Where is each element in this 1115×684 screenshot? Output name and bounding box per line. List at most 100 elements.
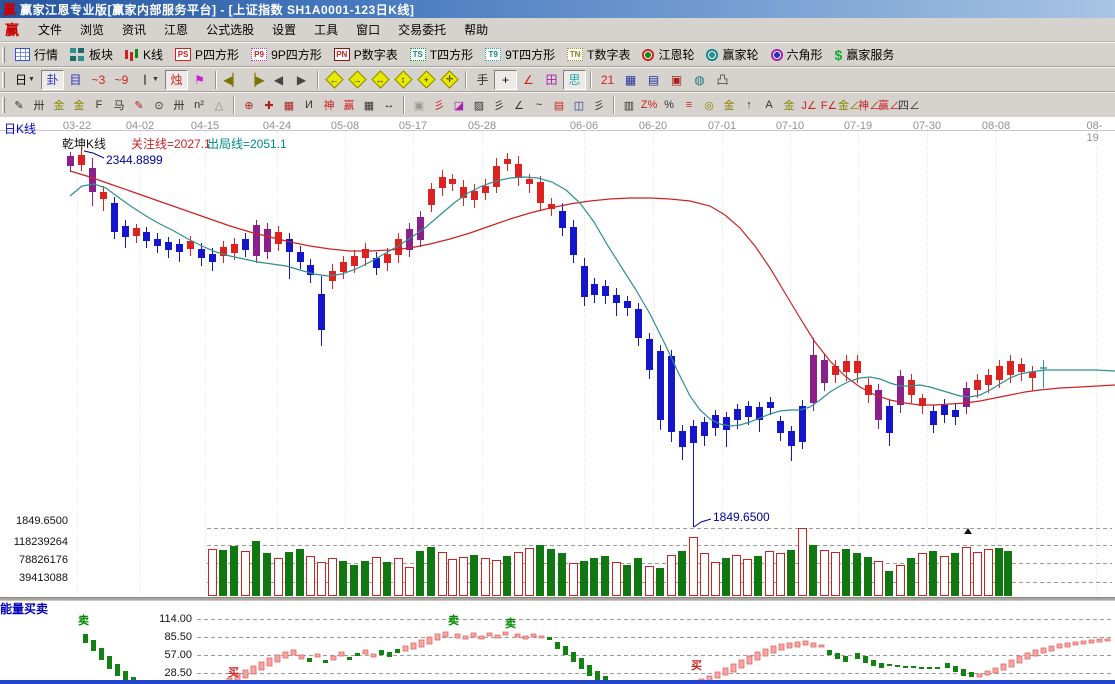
shen-grid-tool[interactable]: 神 <box>319 95 339 115</box>
last-page-button[interactable]: ▕▶ <box>244 70 267 90</box>
wave-mark-tool[interactable]: И <box>299 95 319 115</box>
calculator-button[interactable]: ▦ <box>619 70 642 90</box>
blue-box-tool[interactable]: ◫ <box>569 95 589 115</box>
fan2-tool[interactable]: 彡 <box>489 95 509 115</box>
j-angle-tool[interactable]: J∠ <box>799 95 819 115</box>
info-panel-button[interactable]: 目 <box>64 70 87 90</box>
qiankun-kline-toggle[interactable]: 卦 <box>41 69 64 90</box>
menu-公式选股[interactable]: 公式选股 <box>197 20 263 40</box>
pen-tool[interactable]: ✎ <box>9 95 29 115</box>
menu-窗口[interactable]: 窗口 <box>347 20 389 40</box>
color-chart-button[interactable]: ⚑ <box>188 70 211 90</box>
a-tool[interactable]: A <box>759 95 779 115</box>
menu-帮助[interactable]: 帮助 <box>455 20 497 40</box>
menu-江恩[interactable]: 江恩 <box>155 20 197 40</box>
fan-box-tool[interactable]: ◪ <box>449 95 469 115</box>
hash-tool[interactable]: 卅 <box>169 95 189 115</box>
winner-service-button[interactable]: $ 赢家服务 <box>829 43 901 66</box>
web-update-button[interactable]: ◍ <box>688 70 711 90</box>
red-grid-tool[interactable]: ▤ <box>549 95 569 115</box>
gold-lines-tool[interactable]: 金 <box>719 95 739 115</box>
quotes-button[interactable]: 行情 <box>9 43 64 66</box>
grid-lines-tool[interactable]: 卅 <box>29 95 49 115</box>
ying-grid-tool[interactable]: 赢 <box>339 95 359 115</box>
angle-measure-button[interactable]: ∠ <box>517 70 540 90</box>
hatch-box-tool[interactable]: ▨ <box>469 95 489 115</box>
shift-right-button[interactable]: → <box>346 70 369 90</box>
zpercent-tool[interactable]: Z% <box>639 95 659 115</box>
next-button[interactable]: ▶ <box>290 70 313 90</box>
chart-canvas[interactable] <box>0 118 1115 680</box>
toolbar-drag-handle[interactable] <box>2 97 5 113</box>
n2-tool[interactable]: n² <box>189 95 209 115</box>
width-tool[interactable]: ↔ <box>379 95 399 115</box>
red-pen-tool[interactable]: ✎ <box>129 95 149 115</box>
scale-tool[interactable]: ▥ <box>619 95 639 115</box>
menu-交易委托[interactable]: 交易委托 <box>389 20 455 40</box>
crosshair-button[interactable]: + <box>494 69 517 90</box>
fan3-tool[interactable]: 彡 <box>589 95 609 115</box>
wave9-button[interactable]: ~9 <box>110 70 133 90</box>
notes-button[interactable]: ▤ <box>642 70 665 90</box>
web-grid-tool[interactable]: ▦ <box>279 95 299 115</box>
shift-left-button[interactable]: ← <box>323 70 346 90</box>
shen-angle-tool[interactable]: 神∠ <box>858 95 880 115</box>
gold-angle-tool[interactable]: 金∠ <box>838 95 860 115</box>
spiral-tool[interactable]: 马 <box>109 95 129 115</box>
pan-hand-button[interactable]: 手 <box>471 70 494 90</box>
toolbar-drag-handle[interactable] <box>2 71 5 88</box>
t-square-button[interactable]: TS T四方形 <box>404 43 479 66</box>
calendar-button[interactable]: 21 <box>596 70 619 90</box>
star-grid-tool[interactable]: ✚ <box>259 95 279 115</box>
menu-工具[interactable]: 工具 <box>305 20 347 40</box>
p-number-table-button[interactable]: PN P数字表 <box>328 43 404 66</box>
t-number-table-button[interactable]: TN T数字表 <box>561 43 636 66</box>
save-button[interactable]: ▣ <box>665 70 688 90</box>
angle-tool[interactable]: ∠ <box>509 95 529 115</box>
ying-angle-tool[interactable]: 赢∠ <box>878 95 900 115</box>
gold-grid2-tool[interactable]: 金 <box>69 95 89 115</box>
print-button[interactable]: 凸 <box>711 70 734 90</box>
grid-tool-button[interactable]: 田 <box>540 70 563 90</box>
zoom-reset-button[interactable]: ✛ <box>438 70 461 90</box>
candle-style-selector[interactable]: 〡 ▼ <box>133 70 165 90</box>
9t-square-button[interactable]: T9 9T四方形 <box>479 43 561 66</box>
period-selector[interactable]: 日 ▼ <box>9 70 41 90</box>
arrow-tool[interactable]: ↑ <box>739 95 759 115</box>
gold-tool[interactable]: 金 <box>779 95 799 115</box>
sectors-button[interactable]: 板块 <box>64 43 119 66</box>
menu-文件[interactable]: 文件 <box>29 20 71 40</box>
smart-analysis-button[interactable]: 思 <box>563 69 586 90</box>
zoom-vertical-button[interactable]: ↕ <box>392 70 415 90</box>
toolbar-drag-handle[interactable] <box>2 46 5 63</box>
menu-浏览[interactable]: 浏览 <box>71 20 113 40</box>
fibo-tool[interactable]: F <box>89 95 109 115</box>
protractor-tool[interactable]: △ <box>209 95 229 115</box>
p-square-button[interactable]: PS P四方形 <box>169 43 245 66</box>
box-tool[interactable]: ▣ <box>409 95 429 115</box>
number-grid-tool[interactable]: ▦ <box>359 95 379 115</box>
duokong-kline-toggle[interactable]: 烛 <box>165 69 188 90</box>
winner-wheel-button[interactable]: 赢家轮 <box>700 43 764 66</box>
gann-wheel-button[interactable]: 江恩轮 <box>636 43 700 66</box>
hexagon-button[interactable]: 六角形 <box>765 43 829 66</box>
percent-tool[interactable]: % <box>659 95 679 115</box>
zoom-in-button[interactable]: + <box>415 70 438 90</box>
f-angle-tool[interactable]: F∠ <box>819 95 839 115</box>
percent-lines-tool[interactable]: ≡ <box>679 95 699 115</box>
kline-button[interactable]: K线 <box>119 43 169 66</box>
cycle-tool[interactable]: ⊙ <box>149 95 169 115</box>
menu-设置[interactable]: 设置 <box>263 20 305 40</box>
menu-资讯[interactable]: 资讯 <box>113 20 155 40</box>
red-fan-tool[interactable]: 彡 <box>429 95 449 115</box>
wave3-button[interactable]: ~3 <box>87 70 110 90</box>
first-page-button[interactable]: ◀▏ <box>221 70 244 90</box>
gann-fan-tool[interactable]: ⊕ <box>239 95 259 115</box>
9p-square-button[interactable]: P9 9P四方形 <box>245 43 328 66</box>
wave-tool[interactable]: ~ <box>529 95 549 115</box>
panel-separator[interactable] <box>0 597 1115 601</box>
four-angle-tool[interactable]: 四∠ <box>898 95 920 115</box>
zoom-horizontal-button[interactable]: ↔ <box>369 70 392 90</box>
gold-circle-tool[interactable]: ◎ <box>699 95 719 115</box>
gold-grid-tool[interactable]: 金 <box>49 95 69 115</box>
